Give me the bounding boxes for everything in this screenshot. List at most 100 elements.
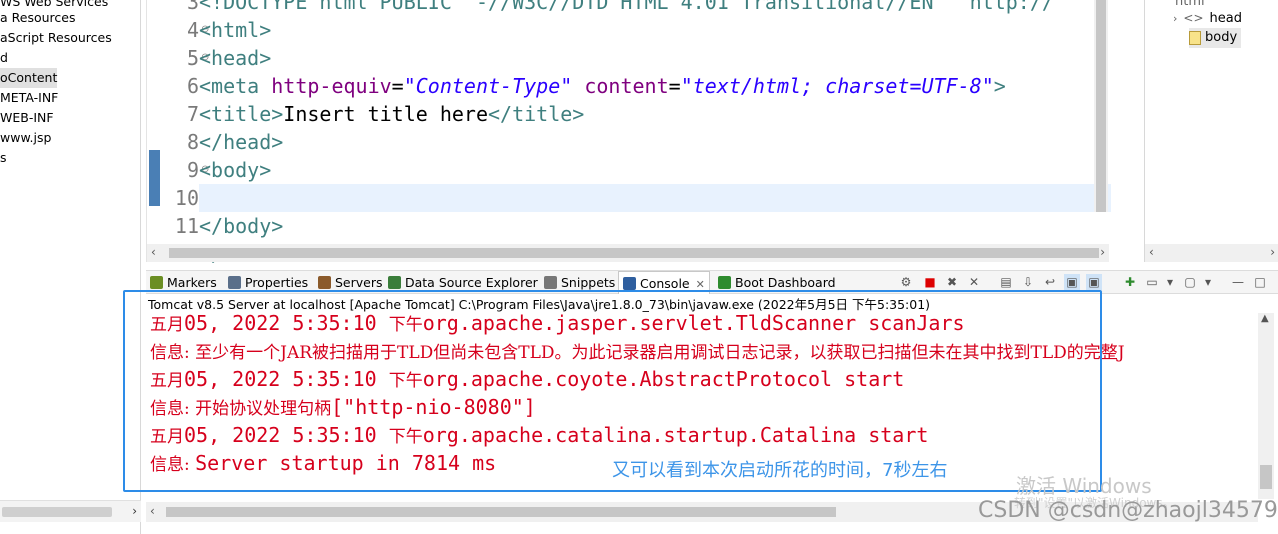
tag-element-icon <box>1189 30 1201 45</box>
explorer-item[interactable]: www.jsp <box>0 128 51 148</box>
code-token: <html> <box>199 18 272 42</box>
explorer-item[interactable]: WEB-INF <box>0 108 54 128</box>
explorer-item[interactable]: oContent <box>0 68 58 88</box>
editor-vscrollbar[interactable] <box>1094 0 1108 212</box>
minimize-icon[interactable]: — <box>1230 274 1246 290</box>
outline-item-body[interactable]: body <box>1189 28 1242 48</box>
line-number: 8 <box>186 130 199 154</box>
scroll-left-arrow-icon[interactable]: ‹ <box>151 245 156 259</box>
csdn-watermark: CSDN @csdn@zhaojl345799 <box>978 498 1278 523</box>
line-number: 5 <box>186 46 199 70</box>
code-token: </body> <box>199 214 284 238</box>
console-icon <box>623 277 636 290</box>
code-token: <title> <box>199 102 284 126</box>
remove-all-terminated-icon[interactable]: ✖ <box>944 274 960 290</box>
explorer-item[interactable]: WS Web Services <box>0 0 108 12</box>
chevron-down-icon[interactable]: ▾ <box>1200 274 1216 290</box>
tab-label: Data Source Explorer <box>405 275 538 290</box>
code-line[interactable]: <head> <box>199 44 1111 72</box>
console-hscroll-thumb[interactable] <box>166 507 836 517</box>
remove-terminated-icon[interactable]: ✕ <box>966 274 982 290</box>
tab-label: Servers <box>335 275 383 290</box>
tab-label: Console <box>640 276 690 291</box>
console-vscrollbar[interactable]: ▲ <box>1258 313 1274 499</box>
outline-panel: html › <> head body ‹ › <box>1144 0 1278 262</box>
console-vscroll-thumb[interactable] <box>1260 465 1272 489</box>
code-line[interactable]: </body> <box>199 212 1111 240</box>
scroll-right-arrow-icon[interactable]: › <box>132 504 137 518</box>
explorer-hscroll-thumb[interactable] <box>2 507 112 517</box>
clear-console-icon[interactable]: ▤ <box>998 274 1014 290</box>
code-token: </title> <box>488 102 585 126</box>
open-console-icon[interactable]: ▢ <box>1182 274 1198 290</box>
scroll-up-arrow-icon[interactable]: ▲ <box>1261 313 1269 324</box>
maximize-icon[interactable]: □ <box>1252 274 1268 290</box>
line-number: 4 <box>186 18 199 42</box>
editor-vscroll-thumb[interactable] <box>1096 0 1106 212</box>
code-token: Insert title here <box>283 102 488 126</box>
properties-icon <box>228 276 241 289</box>
code-token: <meta <box>199 74 272 98</box>
outline-item-head[interactable]: › <> head <box>1173 8 1242 28</box>
word-wrap-icon[interactable]: ↩ <box>1042 274 1058 290</box>
code-line[interactable]: </head> <box>199 128 1111 156</box>
editor-hscrollbar[interactable]: ‹ › <box>147 244 1109 262</box>
explorer-hscrollbar[interactable]: › <box>0 500 141 522</box>
line-number: 11 <box>174 214 199 238</box>
code-token: <head> <box>199 46 272 70</box>
element-icon: <> <box>1183 11 1204 25</box>
line-number: 3 <box>186 0 199 14</box>
line-number: 6 <box>186 74 199 98</box>
scroll-lock-icon[interactable]: ⇩ <box>1020 274 1036 290</box>
annotation-text: 又可以看到本次启动所花的时间，7秒左右 <box>612 460 948 481</box>
show-on-stderr-icon[interactable]: ▣ <box>1086 274 1102 290</box>
project-explorer: s www.jsp WEB-INF META-INF oContent d aScript … <box>0 0 141 534</box>
terminate-icon[interactable]: ■ <box>922 274 938 290</box>
explorer-item[interactable]: s <box>0 148 7 168</box>
outline-item-label: body <box>1205 30 1238 45</box>
markers-icon <box>150 276 163 289</box>
change-marker <box>149 150 160 178</box>
code-line[interactable]: <html> <box>199 16 1111 44</box>
code-editor[interactable]: 34⊖5⊖6789⊖101112 <!DOCTYPE html PUBLIC "… <box>146 0 1136 266</box>
servers-icon <box>318 276 331 289</box>
tab-label: Boot Dashboard <box>735 275 836 290</box>
scroll-left-arrow-icon[interactable]: ‹ <box>1149 245 1154 259</box>
scroll-right-arrow-icon[interactable]: › <box>1270 245 1275 259</box>
code-line[interactable] <box>199 184 1111 212</box>
outline-hscrollbar[interactable]: ‹ › <box>1145 244 1278 262</box>
chevron-down-icon[interactable]: ▾ <box>1162 274 1178 290</box>
change-marker <box>149 178 160 206</box>
tab-label: Properties <box>245 275 309 290</box>
pin-console-icon[interactable]: ✚ <box>1122 274 1138 290</box>
code-line[interactable]: <body> <box>199 156 1111 184</box>
outline-item-label: head <box>1209 11 1242 26</box>
explorer-item[interactable]: aScript Resources <box>0 28 112 48</box>
data-source-explorer-icon <box>388 276 401 289</box>
explorer-item[interactable]: META-INF <box>0 88 58 108</box>
code-token: content <box>584 74 669 98</box>
code-token: <!DOCTYPE html PUBLIC "-//W3C//DTD HTML … <box>199 0 1054 14</box>
display-console-icon[interactable]: ▭ <box>1144 274 1160 290</box>
boot-dashboard-icon <box>718 276 731 289</box>
explorer-item[interactable]: d <box>0 48 8 68</box>
line-number: 7 <box>186 102 199 126</box>
chevron-right-icon[interactable]: › <box>1173 12 1177 25</box>
code-token: "text/html; charset=UTF-8" <box>680 74 994 98</box>
tab-label: Snippets <box>561 275 616 290</box>
code-token: = <box>391 74 404 98</box>
code-token: > <box>993 74 1006 98</box>
code-token: http-equiv <box>271 74 392 98</box>
code-token: </head> <box>199 130 284 154</box>
editor-hscroll-thumb[interactable] <box>169 248 1099 258</box>
show-on-stdout-icon[interactable]: ▣ <box>1064 274 1080 290</box>
code-line[interactable]: <!DOCTYPE html PUBLIC "-//W3C//DTD HTML … <box>199 0 1111 16</box>
scroll-left-arrow-icon[interactable]: ‹ <box>150 504 155 518</box>
scroll-right-arrow-icon[interactable]: › <box>1100 245 1105 259</box>
code-line[interactable]: <meta http-equiv="Content-Type" content=… <box>199 72 1111 100</box>
remove-launch-icon[interactable]: ⚙ <box>898 274 914 290</box>
code-line[interactable]: <title>Insert title here</title> <box>199 100 1111 128</box>
overview-ruler <box>147 0 160 262</box>
snippets-icon <box>544 276 557 289</box>
